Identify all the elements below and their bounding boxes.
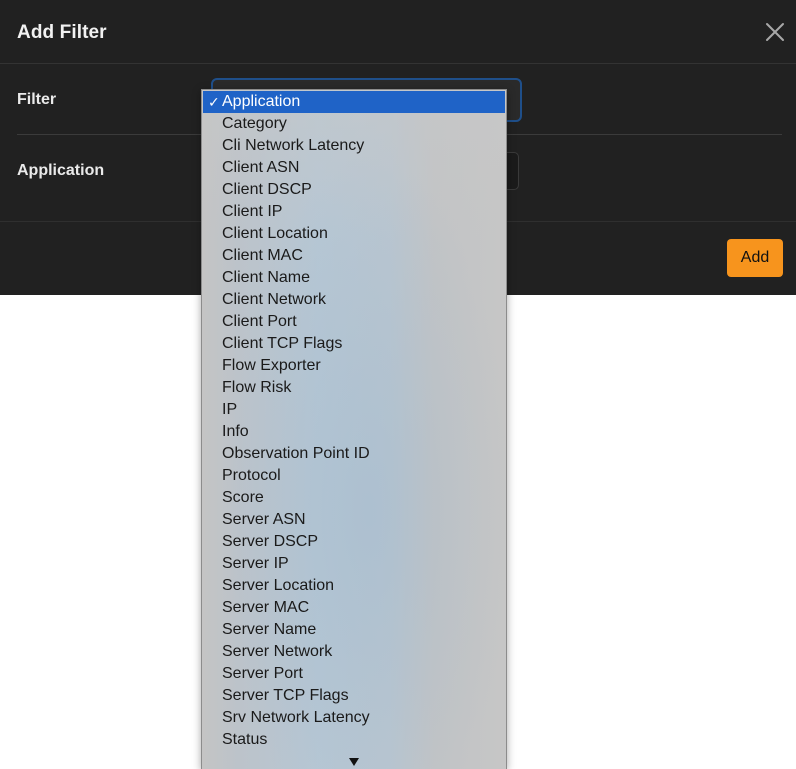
dropdown-option-label: Server DSCP bbox=[222, 533, 319, 550]
dropdown-option[interactable]: Observation Point ID bbox=[202, 443, 506, 465]
dropdown-option-label: Client Port bbox=[222, 313, 297, 330]
dropdown-option-label: Server MAC bbox=[222, 599, 310, 616]
dropdown-option-label: Client IP bbox=[222, 203, 283, 220]
dropdown-option-label: Server Location bbox=[222, 577, 335, 594]
dropdown-option[interactable]: Srv Network Latency bbox=[202, 707, 506, 729]
dropdown-option[interactable]: Server TCP Flags bbox=[202, 685, 506, 707]
dropdown-option[interactable]: Server Name bbox=[202, 619, 506, 641]
dropdown-option[interactable]: Status bbox=[202, 729, 506, 751]
dropdown-option-label: Server Port bbox=[222, 665, 303, 682]
chevron-down-icon bbox=[349, 758, 359, 766]
dropdown-option[interactable]: Client Name bbox=[202, 267, 506, 289]
header-divider bbox=[0, 63, 796, 64]
filter-dropdown-list: ✓ Application Category Cli Network Latency C… bbox=[201, 89, 507, 769]
dropdown-option-label: Observation Point ID bbox=[222, 445, 370, 462]
dropdown-option[interactable]: Client Port bbox=[202, 311, 506, 333]
dropdown-option-label: Cli Network Latency bbox=[222, 137, 365, 154]
modal-title: Add Filter bbox=[17, 22, 107, 43]
dropdown-option[interactable]: Server IP bbox=[202, 553, 506, 575]
dropdown-option-label: Info bbox=[222, 423, 249, 440]
dropdown-option-label: Client MAC bbox=[222, 247, 303, 264]
dropdown-option-label: Status bbox=[222, 731, 268, 748]
dropdown-option-label: Client DSCP bbox=[222, 181, 312, 198]
dropdown-option-label: Flow Risk bbox=[222, 379, 292, 396]
dropdown-option[interactable]: Cli Network Latency bbox=[202, 135, 506, 157]
dropdown-option-label: Application bbox=[222, 93, 301, 110]
dropdown-option[interactable]: Client MAC bbox=[202, 245, 506, 267]
dropdown-option-label: Score bbox=[222, 489, 264, 506]
add-button[interactable]: Add bbox=[727, 239, 783, 277]
dropdown-option-label: Protocol bbox=[222, 467, 281, 484]
dropdown-option[interactable]: Server ASN bbox=[202, 509, 506, 531]
dropdown-option-label: Category bbox=[222, 115, 287, 132]
dropdown-option[interactable]: Client Network bbox=[202, 289, 506, 311]
dropdown-option-label: Server IP bbox=[222, 555, 289, 572]
checkmark-icon: ✓ bbox=[208, 94, 220, 110]
dropdown-option[interactable]: Flow Risk bbox=[202, 377, 506, 399]
dropdown-option[interactable]: ✓ Application bbox=[203, 91, 505, 113]
page: Add Filter Filter Application Add ✓ Appli… bbox=[0, 0, 796, 769]
dropdown-option[interactable]: Info bbox=[202, 421, 506, 443]
close-button[interactable] bbox=[764, 21, 786, 43]
option-list: ✓ Application Category Cli Network Latency C… bbox=[202, 90, 506, 751]
dropdown-option-label: Flow Exporter bbox=[222, 357, 321, 374]
dropdown-option[interactable]: Server Port bbox=[202, 663, 506, 685]
dropdown-option[interactable]: Server Location bbox=[202, 575, 506, 597]
dropdown-option[interactable]: Server MAC bbox=[202, 597, 506, 619]
dropdown-option-label: Server Name bbox=[222, 621, 317, 638]
dropdown-option[interactable]: Flow Exporter bbox=[202, 355, 506, 377]
application-label: Application bbox=[17, 162, 105, 179]
dropdown-option[interactable]: Score bbox=[202, 487, 506, 509]
dropdown-option[interactable]: Category bbox=[202, 113, 506, 135]
filter-label: Filter bbox=[17, 91, 57, 108]
dropdown-option-label: Server ASN bbox=[222, 511, 306, 528]
dropdown-option-label: Client Name bbox=[222, 269, 311, 286]
dropdown-option-label: Server TCP Flags bbox=[222, 687, 349, 704]
dropdown-option[interactable]: Client ASN bbox=[202, 157, 506, 179]
dropdown-option[interactable]: IP bbox=[202, 399, 506, 421]
dropdown-option-label: Client TCP Flags bbox=[222, 335, 343, 352]
dropdown-option[interactable]: Server Network bbox=[202, 641, 506, 663]
scroll-down-button[interactable] bbox=[347, 756, 361, 768]
close-icon bbox=[766, 23, 784, 41]
dropdown-option[interactable]: Client DSCP bbox=[202, 179, 506, 201]
dropdown-option[interactable]: Server DSCP bbox=[202, 531, 506, 553]
dropdown-option-label: Client Network bbox=[222, 291, 327, 308]
dropdown-option[interactable]: Client IP bbox=[202, 201, 506, 223]
dropdown-option[interactable]: Client Location bbox=[202, 223, 506, 245]
dropdown-option-label: Client Location bbox=[222, 225, 328, 242]
dropdown-option-label: Server Network bbox=[222, 643, 333, 660]
dropdown-option-label: Client ASN bbox=[222, 159, 300, 176]
dropdown-option[interactable]: Protocol bbox=[202, 465, 506, 487]
dropdown-option[interactable]: Client TCP Flags bbox=[202, 333, 506, 355]
dropdown-option-label: Srv Network Latency bbox=[222, 709, 370, 726]
dropdown-option-label: IP bbox=[222, 401, 238, 418]
